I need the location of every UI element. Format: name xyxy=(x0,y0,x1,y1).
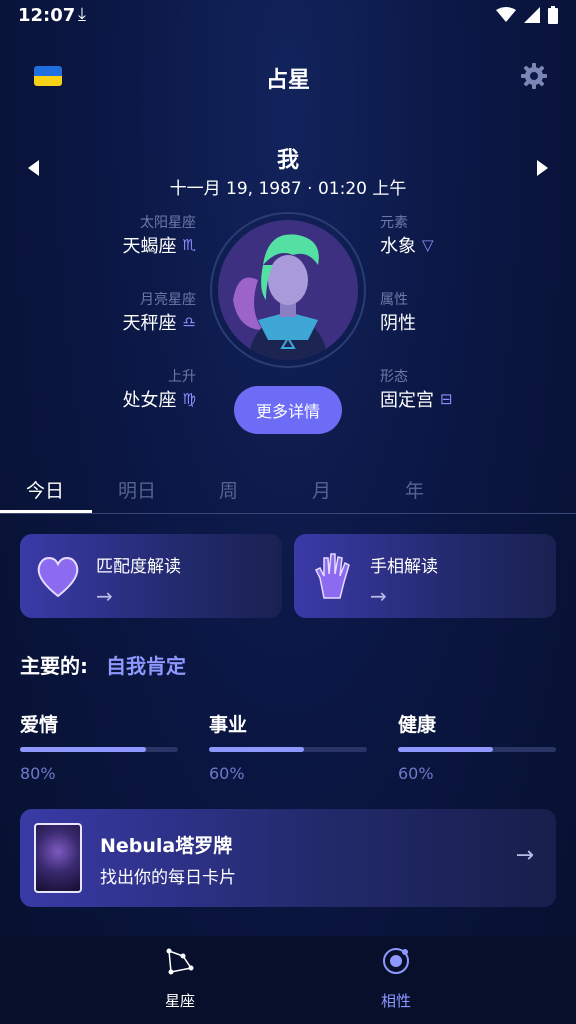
stat-career-fill xyxy=(209,747,304,752)
palmistry-card-title: 手相解读 xyxy=(370,557,438,577)
nav-compatibility[interactable]: 相性 xyxy=(336,946,456,1011)
sun-sign-value: 天蝎座 xyxy=(122,236,177,257)
modality: 形态 固定宫 ⊟ xyxy=(380,366,453,412)
quality-label: 属性 xyxy=(380,292,408,308)
profile-birth-date: 十一月 19, 1987 · 01:20 上午 xyxy=(169,179,407,199)
water-triangle-icon: ▽ xyxy=(422,236,434,254)
moon-sign-value: 天秤座 xyxy=(122,313,177,334)
nav-compatibility-label: 相性 xyxy=(380,992,411,1010)
stat-love-bar xyxy=(20,747,178,752)
tab-month[interactable]: 月 xyxy=(312,476,331,503)
wifi-icon xyxy=(496,7,516,22)
active-tab-indicator xyxy=(0,510,92,513)
stat-health-percent: 60% xyxy=(398,764,434,783)
gear-icon[interactable] xyxy=(520,62,548,90)
download-icon: ⤓ xyxy=(78,4,86,25)
arrow-right-icon: → xyxy=(96,584,113,608)
stat-health-fill xyxy=(398,747,493,752)
arrow-right-icon: → xyxy=(515,843,534,868)
arrow-right-icon: → xyxy=(370,584,387,608)
moon-sign-label: 月亮星座 xyxy=(140,292,196,308)
stat-love: 爱情 80% xyxy=(20,710,178,783)
palm-icon xyxy=(314,553,350,599)
compatibility-card[interactable]: 匹配度解读 → xyxy=(20,534,282,618)
status-bar: 12:07 ⤓ xyxy=(0,0,576,34)
quality: 属性 阴性 xyxy=(380,289,416,335)
orbit-icon xyxy=(383,948,409,974)
more-details-button[interactable]: 更多详情 xyxy=(234,386,342,434)
modality-label: 形态 xyxy=(380,369,408,385)
stat-health-bar xyxy=(398,747,556,752)
main-theme-label: 主要的: xyxy=(20,654,88,678)
fixed-modality-icon: ⊟ xyxy=(440,390,453,408)
stat-love-fill xyxy=(20,747,147,752)
element: 元素 水象 ▽ xyxy=(380,212,434,258)
palmistry-card[interactable]: 手相解读 → xyxy=(294,534,556,618)
signal-icon xyxy=(524,7,540,23)
rising-sign-label: 上升 xyxy=(168,369,196,385)
bottom-navigation: 星座 相性 xyxy=(0,936,576,1024)
stat-career-title: 事业 xyxy=(209,714,248,736)
battery-icon xyxy=(548,6,558,24)
tab-week[interactable]: 周 xyxy=(219,476,238,503)
stat-career-bar xyxy=(209,747,367,752)
main-theme-value: 自我肯定 xyxy=(106,654,186,678)
zodiac-avatar-illustration xyxy=(218,220,358,360)
virgo-icon: ♍ xyxy=(182,390,196,408)
tarot-title: Nebula塔罗牌 xyxy=(100,835,233,857)
status-icons xyxy=(496,6,558,24)
stat-health-title: 健康 xyxy=(398,714,437,736)
page-title: 占星 xyxy=(265,68,310,93)
rising-sign-value: 处女座 xyxy=(122,390,177,411)
sun-sign: 太阳星座 天蝎座 ♏ xyxy=(123,212,196,258)
stat-health: 健康 60% xyxy=(398,710,556,783)
tab-year[interactable]: 年 xyxy=(405,476,424,503)
status-time: 12:07 xyxy=(18,5,76,26)
modality-value: 固定宫 xyxy=(380,390,434,411)
libra-icon: ♎ xyxy=(182,313,196,331)
heart-icon xyxy=(37,557,79,598)
profile-name: 我 xyxy=(276,148,299,173)
stat-love-percent: 80% xyxy=(20,764,56,783)
element-value: 水象 xyxy=(380,236,416,257)
element-label: 元素 xyxy=(380,215,408,231)
period-tabs: 今日 明日 周 月 年 xyxy=(0,470,576,514)
main-theme: 主要的: 自我肯定 xyxy=(20,650,186,679)
stat-career: 事业 60% xyxy=(209,710,367,783)
rising-sign: 上升 处女座 ♍ xyxy=(123,366,196,412)
stat-love-title: 爱情 xyxy=(20,714,59,736)
tarot-card-banner[interactable]: Nebula塔罗牌 找出你的每日卡片 → xyxy=(20,809,556,907)
tab-tomorrow[interactable]: 明日 xyxy=(118,476,156,503)
nav-horoscope[interactable]: 星座 xyxy=(120,946,240,1011)
tarot-card-image xyxy=(34,823,82,893)
stat-career-percent: 60% xyxy=(209,764,245,783)
compatibility-card-title: 匹配度解读 xyxy=(96,557,181,577)
scorpio-icon: ♏ xyxy=(182,236,196,254)
nav-horoscope-label: 星座 xyxy=(164,992,195,1010)
quality-value: 阴性 xyxy=(380,313,416,334)
tarot-subtitle: 找出你的每日卡片 xyxy=(100,868,236,888)
avatar xyxy=(210,212,366,368)
sun-sign-label: 太阳星座 xyxy=(140,215,196,231)
tab-today[interactable]: 今日 xyxy=(26,476,64,503)
moon-sign: 月亮星座 天秤座 ♎ xyxy=(123,289,196,335)
constellation-icon xyxy=(166,948,194,975)
